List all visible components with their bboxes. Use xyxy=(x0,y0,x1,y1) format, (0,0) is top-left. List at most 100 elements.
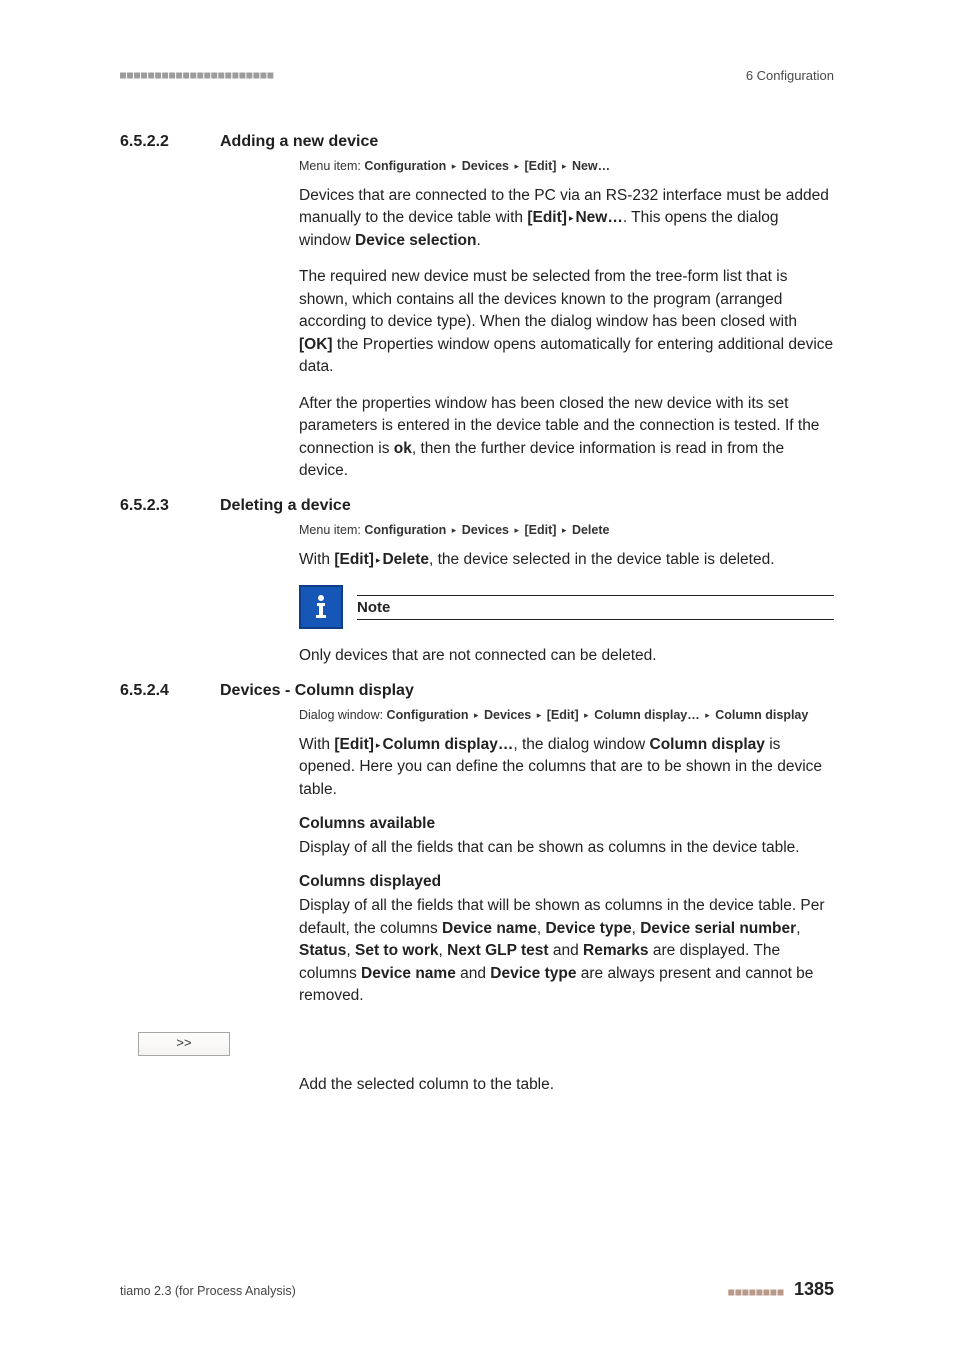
bold-text: Remarks xyxy=(583,942,649,959)
bold-text: Column display… xyxy=(382,736,513,753)
triangle-icon: ▸ xyxy=(582,710,591,720)
bold-text: Device type xyxy=(490,965,576,982)
menu-part: New… xyxy=(572,159,610,173)
menu-part: [Edit] xyxy=(547,708,579,722)
info-icon xyxy=(299,585,343,629)
menu-path: Dialog window: Configuration ▸ Devices ▸… xyxy=(299,708,834,722)
triangle-icon: ▸ xyxy=(472,710,481,720)
section-title: Deleting a device xyxy=(220,497,351,515)
section-heading: 6.5.2.3 Deleting a device xyxy=(120,497,834,515)
menu-prefix: Menu item: xyxy=(299,523,364,537)
triangle-icon: ▸ xyxy=(703,710,712,720)
bold-text: Delete xyxy=(382,551,429,568)
section-title: Devices - Column display xyxy=(220,682,414,700)
page-header: ■■■■■■■■■■■■■■■■■■■■■■ 6 Configuration xyxy=(120,68,834,83)
note-body: Only devices that are not connected can … xyxy=(299,645,834,667)
button-caption: Add the selected column to the table. xyxy=(299,1074,834,1096)
bold-text: Device type xyxy=(545,920,631,937)
menu-part: [Edit] xyxy=(525,523,557,537)
text-run: , xyxy=(632,920,641,937)
subsection-heading: Columns available xyxy=(299,815,834,833)
bold-text: Device selection xyxy=(355,232,476,249)
subsection-heading: Columns displayed xyxy=(299,873,834,891)
paragraph: Display of all the fields that will be s… xyxy=(299,895,834,1007)
triangle-icon: ▸ xyxy=(450,161,459,171)
text-run: and xyxy=(549,942,583,959)
text-run: With xyxy=(299,736,334,753)
footer-dots-icon: ■■■■■■■■ xyxy=(728,1287,784,1298)
section-number: 6.5.2.3 xyxy=(120,497,220,515)
add-column-button[interactable]: >> xyxy=(138,1032,230,1056)
text-run: With xyxy=(299,551,334,568)
bold-text: [Edit] xyxy=(527,209,567,226)
triangle-icon: ▸ xyxy=(560,525,569,535)
text-run: , xyxy=(439,942,448,959)
menu-part: Configuration xyxy=(364,159,446,173)
page-number: 1385 xyxy=(794,1279,834,1299)
menu-part: Devices xyxy=(462,523,509,537)
page-footer: tiamo 2.3 (for Process Analysis) ■■■■■■■… xyxy=(120,1279,834,1300)
section-body: Menu item: Configuration ▸ Devices ▸ [Ed… xyxy=(299,159,834,483)
section-heading: 6.5.2.2 Adding a new device xyxy=(120,133,834,151)
menu-prefix: Menu item: xyxy=(299,159,364,173)
text-run: , the device selected in the device tabl… xyxy=(429,551,775,568)
section-number: 6.5.2.4 xyxy=(120,682,220,700)
menu-path: Menu item: Configuration ▸ Devices ▸ [Ed… xyxy=(299,523,834,537)
paragraph: Display of all the fields that can be sh… xyxy=(299,837,834,859)
triangle-icon: ▸ xyxy=(535,710,544,720)
text-run: , xyxy=(346,942,355,959)
bold-text: Set to work xyxy=(355,942,439,959)
paragraph: The required new device must be selected… xyxy=(299,266,834,378)
triangle-icon: ▸ xyxy=(560,161,569,171)
menu-part: Configuration xyxy=(387,708,469,722)
bold-text: Device name xyxy=(442,920,537,937)
triangle-icon: ▸ xyxy=(513,161,522,171)
menu-prefix: Dialog window: xyxy=(299,708,387,722)
note-box: Note xyxy=(299,585,834,629)
page: ■■■■■■■■■■■■■■■■■■■■■■ 6 Configuration 6… xyxy=(0,0,954,1350)
chapter-label: 6 Configuration xyxy=(746,68,834,83)
bold-text: Status xyxy=(299,942,346,959)
menu-part: Delete xyxy=(572,523,610,537)
header-dots-icon: ■■■■■■■■■■■■■■■■■■■■■■ xyxy=(120,70,274,81)
section-number: 6.5.2.2 xyxy=(120,133,220,151)
text-run: , xyxy=(796,920,800,937)
bold-text: [OK] xyxy=(299,336,333,353)
section-title: Adding a new device xyxy=(220,133,378,151)
menu-part: Column display… xyxy=(594,708,700,722)
text-run: Display of all the fields that can be sh… xyxy=(299,839,800,856)
product-label: tiamo 2.3 (for Process Analysis) xyxy=(120,1284,296,1298)
menu-part: Devices xyxy=(462,159,509,173)
text-run: the Properties window opens automaticall… xyxy=(299,336,833,375)
bold-text: Device serial number xyxy=(640,920,796,937)
button-row: >> xyxy=(120,1022,834,1056)
triangle-icon: ▸ xyxy=(450,525,459,535)
menu-part: Configuration xyxy=(364,523,446,537)
menu-part: Column display xyxy=(715,708,808,722)
section-body: Menu item: Configuration ▸ Devices ▸ [Ed… xyxy=(299,523,834,668)
bold-text: Next GLP test xyxy=(447,942,548,959)
paragraph: After the properties window has been clo… xyxy=(299,393,834,483)
triangle-icon: ▸ xyxy=(513,525,522,535)
note-title: Note xyxy=(357,595,834,620)
paragraph: With [Edit]▸Column display…, the dialog … xyxy=(299,734,834,801)
menu-part: Devices xyxy=(484,708,531,722)
bold-text: Column display xyxy=(650,736,765,753)
bold-text: [Edit] xyxy=(334,551,374,568)
text-run: The required new device must be selected… xyxy=(299,268,797,330)
bold-text: ok xyxy=(394,440,412,457)
paragraph: With [Edit]▸Delete, the device selected … xyxy=(299,549,834,571)
bold-text: Device name xyxy=(361,965,456,982)
text-run: and xyxy=(456,965,490,982)
text-run: . xyxy=(476,232,480,249)
section-body: Dialog window: Configuration ▸ Devices ▸… xyxy=(299,708,834,1008)
section-heading: 6.5.2.4 Devices - Column display xyxy=(120,682,834,700)
bold-text: New… xyxy=(575,209,622,226)
bold-text: [Edit] xyxy=(334,736,374,753)
paragraph: Devices that are connected to the PC via… xyxy=(299,185,834,252)
menu-path: Menu item: Configuration ▸ Devices ▸ [Ed… xyxy=(299,159,834,173)
menu-part: [Edit] xyxy=(525,159,557,173)
text-run: , the dialog window xyxy=(513,736,649,753)
page-number-group: ■■■■■■■■ 1385 xyxy=(728,1279,834,1300)
button-caption-wrap: Add the selected column to the table. xyxy=(299,1074,834,1096)
